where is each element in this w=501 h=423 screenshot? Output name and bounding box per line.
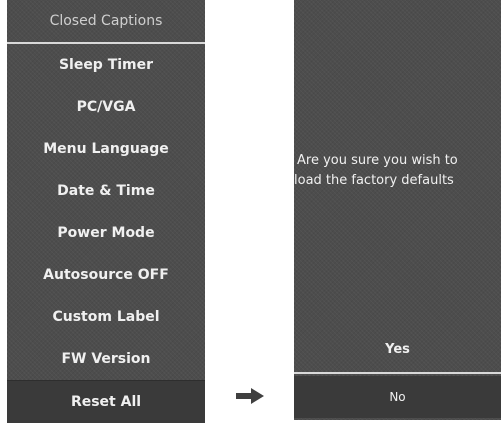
- menu-item-fw-version[interactable]: FW Version: [7, 338, 205, 380]
- menu-item-power-mode[interactable]: Power Mode: [7, 212, 205, 254]
- menu-item-sleep-timer[interactable]: Sleep Timer: [7, 44, 205, 86]
- menu-item-custom-label[interactable]: Custom Label: [7, 296, 205, 338]
- menu-item-reset-all[interactable]: Reset All: [7, 380, 205, 423]
- menu-item-autosource[interactable]: Autosource OFF: [7, 254, 205, 296]
- menu-item-date-time[interactable]: Date & Time: [7, 170, 205, 212]
- menu-item-menu-language[interactable]: Menu Language: [7, 128, 205, 170]
- dialog-message-line1: Are you sure you wish to: [297, 153, 458, 168]
- dialog-message: Are you sure you wish to load the factor…: [294, 151, 501, 191]
- confirm-dialog: Are you sure you wish to load the factor…: [294, 0, 501, 420]
- no-button[interactable]: No: [294, 376, 501, 418]
- yes-button[interactable]: Yes: [294, 330, 501, 370]
- dialog-message-line2: load the factory defaults: [294, 173, 454, 188]
- menu-item-pc-vga[interactable]: PC/VGA: [7, 86, 205, 128]
- menu-list: Sleep Timer PC/VGA Menu Language Date & …: [7, 44, 205, 423]
- menu-item-closed-captions[interactable]: Closed Captions: [7, 0, 205, 44]
- settings-menu: Closed Captions Sleep Timer PC/VGA Menu …: [7, 0, 205, 423]
- right-arrow-icon: [236, 388, 264, 404]
- divider: [294, 372, 501, 374]
